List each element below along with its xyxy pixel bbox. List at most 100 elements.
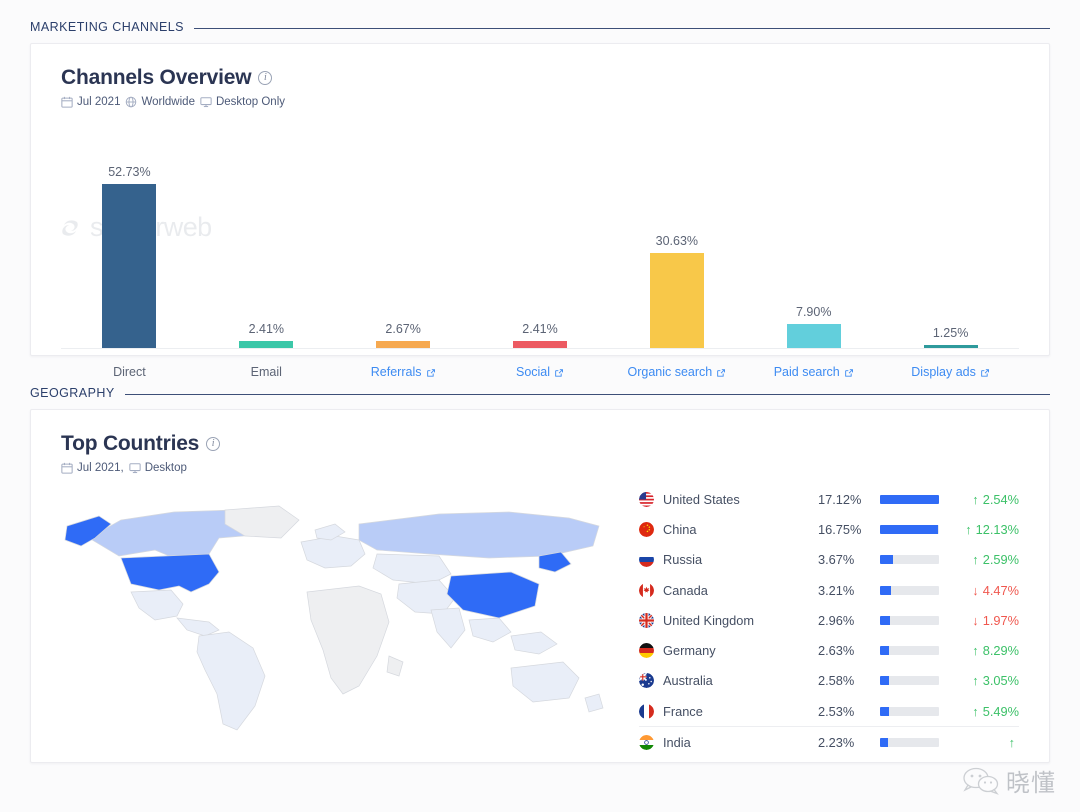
countries-card-title: Top Countries [61, 432, 199, 456]
share-progress-fill [880, 707, 889, 716]
bar-column-display-ads: 1.25% [882, 144, 1019, 389]
share-progress-bar [880, 586, 939, 595]
world-map[interactable] [59, 480, 619, 742]
bar-label-paid-search[interactable]: Paid search [745, 363, 882, 381]
wechat-watermark-text: 晓懂 [1006, 763, 1056, 798]
bar-label-organic-search[interactable]: Organic search [608, 363, 745, 381]
flag-icon-de [639, 643, 654, 658]
country-name: Germany [663, 643, 818, 658]
bar-label-display-ads[interactable]: Display ads [882, 363, 1019, 381]
country-change: ↑12.13% [945, 522, 1019, 537]
channels-bar-chart: similarweb 52.73%2.41%2.67%2.41%30.63%7.… [31, 144, 1049, 389]
section-rule-geography [125, 394, 1050, 395]
bar-label-link[interactable]: Paid search [774, 365, 854, 379]
country-name: India [663, 735, 818, 750]
share-progress-bar [880, 738, 939, 747]
bar-label-text: Direct [113, 365, 146, 379]
bar[interactable] [787, 324, 841, 349]
bar-label-text: Paid search [774, 365, 840, 379]
country-row[interactable]: Australia2.58% ↑ 3.05% [639, 666, 1019, 696]
section-rule [194, 28, 1050, 29]
bar-value-label: 2.67% [385, 322, 420, 336]
bar-value-label: 2.41% [522, 322, 557, 336]
bar-label-text: Display ads [911, 365, 976, 379]
country-row[interactable]: Canada3.21%↓4.47% [639, 575, 1019, 605]
bar-column-paid-search: 7.90% [745, 144, 882, 389]
flag-icon-fr [639, 704, 654, 719]
share-progress-bar [880, 525, 939, 534]
country-row[interactable]: Germany2.63% ↑ 8.29% [639, 635, 1019, 665]
country-row[interactable]: Russia3.67%↑2.59% [639, 545, 1019, 575]
flag-icon-au [639, 673, 654, 688]
arrow-down-icon: ↓ [972, 613, 978, 628]
country-change: ↑5.49% [945, 704, 1019, 719]
info-icon[interactable]: i [206, 437, 220, 451]
flag-icon-gb [639, 613, 654, 628]
bar-label-link[interactable]: Referrals [371, 365, 436, 379]
country-share: 2.23% [818, 735, 880, 750]
country-share: 3.21% [818, 583, 880, 598]
wechat-icon [961, 766, 1001, 796]
country-change-value: 2.54% [983, 492, 1019, 507]
external-link-icon [844, 367, 854, 377]
monitor-icon [200, 96, 212, 108]
country-share: 2.63% [818, 643, 880, 658]
arrow-up-icon: ↑ [972, 673, 978, 688]
bar[interactable] [650, 253, 704, 349]
arrow-up-icon: ↑ [972, 552, 978, 567]
bar-column-direct: 52.73% [61, 144, 198, 389]
bar-label-social[interactable]: Social [472, 363, 609, 381]
share-progress-fill [880, 738, 888, 747]
share-progress-fill [880, 646, 889, 655]
flag-icon-in [639, 735, 654, 750]
bar-label-text: Email [251, 365, 282, 379]
country-row[interactable]: India2.23%↑ [639, 726, 1019, 756]
country-change: ↑ 3.05% [945, 673, 1019, 688]
bar-value-label: 7.90% [796, 305, 831, 319]
country-change-value: 4.47% [983, 583, 1019, 598]
bar-label-link[interactable]: Organic search [627, 365, 726, 379]
country-change-value: 1.97% [983, 613, 1019, 628]
country-row[interactable]: France2.53%↑5.49% [639, 696, 1019, 726]
external-link-icon [554, 367, 564, 377]
share-progress-bar [880, 707, 939, 716]
country-name: Australia [663, 673, 818, 688]
bar-value-label: 30.63% [656, 234, 698, 248]
share-progress-bar [880, 646, 939, 655]
bar-label-link[interactable]: Display ads [911, 365, 990, 379]
flag-icon-cn [639, 522, 654, 537]
country-change-value: 8.29% [983, 643, 1019, 658]
arrow-up-icon: ↑ [972, 643, 978, 658]
country-change-value: 3.05% [983, 673, 1019, 688]
country-row[interactable]: China16.75%↑12.13% [639, 514, 1019, 544]
bar-label-link[interactable]: Social [516, 365, 564, 379]
bar-label-email: Email [198, 363, 335, 381]
country-share: 2.53% [818, 704, 880, 719]
country-name: United Kingdom [663, 613, 818, 628]
bar-group: 52.73% 2.41% 2.67% 2.41% 30.63% 7.90% 1.25% [61, 144, 1019, 389]
channels-meta-row: Jul 2021 Worldwide Desktop Only [61, 96, 1019, 108]
country-name: Russia [663, 552, 818, 567]
section-header-marketing-channels: MARKETING CHANNELS [0, 0, 1080, 34]
country-row[interactable]: United Kingdom2.96%↓1.97% [639, 605, 1019, 635]
meta-device-text: Desktop [145, 462, 187, 474]
external-link-icon [426, 367, 436, 377]
country-share: 2.58% [818, 673, 880, 688]
country-change: ↓4.47% [945, 583, 1019, 598]
flag-icon-us [639, 492, 654, 507]
bar-label-referrals[interactable]: Referrals [335, 363, 472, 381]
geography-body: United States17.12%↑2.54%China16.75%↑12.… [31, 478, 1049, 757]
info-icon[interactable]: i [258, 71, 272, 85]
bar-column-email: 2.41% [198, 144, 335, 389]
globe-icon [125, 96, 137, 108]
external-link-icon [980, 367, 990, 377]
share-progress-bar [880, 555, 939, 564]
country-row[interactable]: United States17.12%↑2.54% [639, 484, 1019, 514]
share-progress-fill [880, 676, 889, 685]
country-change: ↓ 1.97% [945, 613, 1019, 628]
bar-value-label: 2.41% [249, 322, 284, 336]
calendar-icon [61, 96, 73, 108]
bar-column-referrals: 2.67% [335, 144, 472, 389]
bar[interactable] [102, 184, 156, 349]
arrow-up-icon: ↑ [972, 492, 978, 507]
